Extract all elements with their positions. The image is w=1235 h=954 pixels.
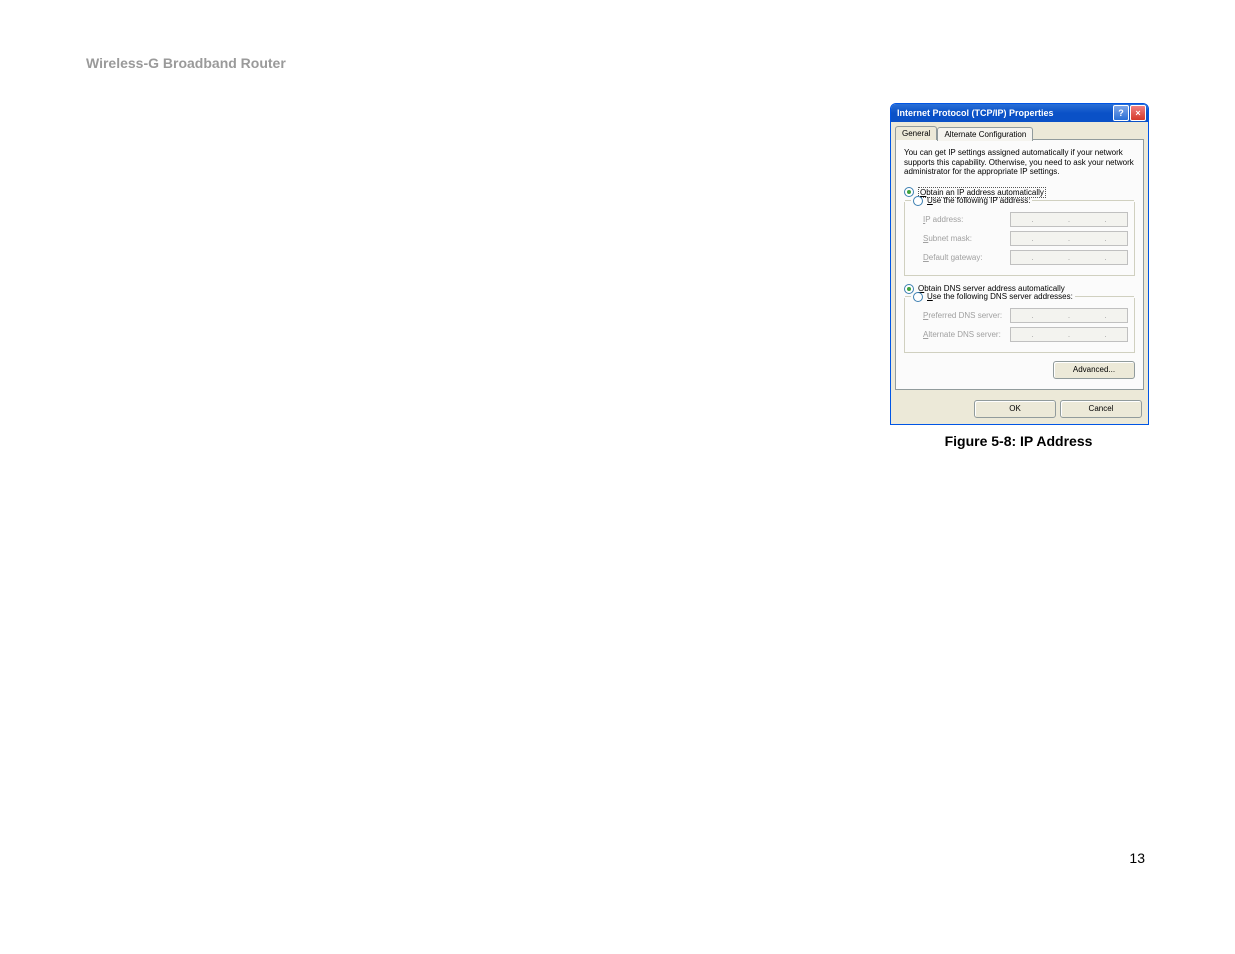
input-default-gateway: ... — [1010, 250, 1128, 265]
label-ip-address: IP address: — [923, 215, 1010, 224]
label-preferred-dns: Preferred DNS server: — [923, 311, 1010, 320]
input-alternate-dns: ... — [1010, 327, 1128, 342]
input-subnet-mask: ... — [1010, 231, 1128, 246]
group-use-following-dns: Use the following DNS server addresses: … — [904, 298, 1135, 353]
radio-icon[interactable] — [913, 196, 923, 206]
dialog-titlebar[interactable]: Internet Protocol (TCP/IP) Properties ? … — [891, 104, 1148, 122]
advanced-button[interactable]: Advanced... — [1053, 361, 1135, 379]
input-preferred-dns: ... — [1010, 308, 1128, 323]
radio-use-following-dns[interactable]: Use the following DNS server addresses: — [927, 292, 1073, 301]
figure-ip-address: Internet Protocol (TCP/IP) Properties ? … — [890, 103, 1147, 449]
label-subnet-mask: Subnet mask: — [923, 234, 1010, 243]
radio-use-following-ip[interactable]: Use the following IP address: — [927, 196, 1030, 205]
help-icon[interactable]: ? — [1113, 105, 1129, 121]
tab-strip: General Alternate Configuration — [895, 126, 1144, 140]
tab-alternate-configuration[interactable]: Alternate Configuration — [937, 127, 1033, 141]
description-text: You can get IP settings assigned automat… — [904, 148, 1135, 177]
tab-panel-general: You can get IP settings assigned automat… — [895, 139, 1144, 390]
tab-general[interactable]: General — [895, 126, 937, 140]
cancel-button[interactable]: Cancel — [1060, 400, 1142, 418]
tcp-ip-properties-dialog: Internet Protocol (TCP/IP) Properties ? … — [890, 103, 1149, 425]
radio-icon[interactable] — [913, 292, 923, 302]
input-ip-address: ... — [1010, 212, 1128, 227]
dialog-footer: OK Cancel — [891, 394, 1148, 424]
figure-caption: Figure 5-8: IP Address — [890, 433, 1147, 449]
close-icon[interactable]: × — [1130, 105, 1146, 121]
ok-button[interactable]: OK — [974, 400, 1056, 418]
page-header: Wireless-G Broadband Router — [86, 55, 286, 71]
page-number: 13 — [1129, 850, 1145, 866]
dialog-title: Internet Protocol (TCP/IP) Properties — [897, 108, 1054, 118]
group-use-following-ip: Use the following IP address: IP address… — [904, 202, 1135, 276]
label-alternate-dns: Alternate DNS server: — [923, 330, 1010, 339]
label-default-gateway: Default gateway: — [923, 253, 1010, 262]
